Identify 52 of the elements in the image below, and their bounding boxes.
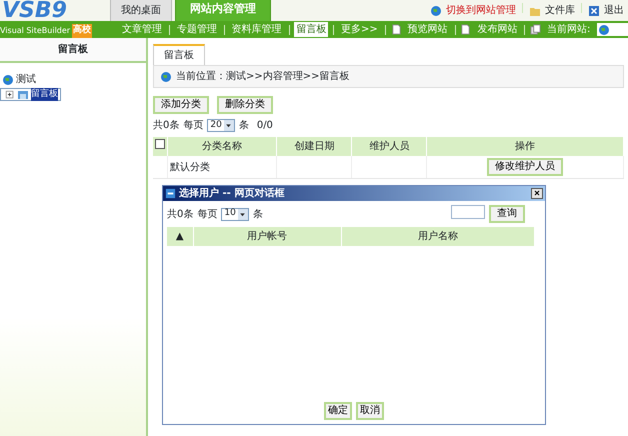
site-select-field[interactable] bbox=[597, 23, 628, 36]
caret-icon bbox=[225, 122, 232, 129]
sidebar-title: 留言板 bbox=[0, 38, 146, 63]
record-count: 共0条 bbox=[153, 118, 180, 133]
close-icon bbox=[588, 4, 600, 16]
header-link[interactable]: 退出 bbox=[604, 3, 624, 18]
column-header: 维护人员 bbox=[352, 137, 427, 156]
globe-icon bbox=[430, 4, 442, 16]
column-header: 用户帐号 bbox=[193, 227, 341, 246]
column-header: 用户名称 bbox=[341, 227, 534, 246]
dialog-title: 选择用户 -- 网页对话框 bbox=[179, 186, 284, 201]
per-page-label: 每页 bbox=[197, 208, 218, 222]
action-button[interactable]: 添加分类 bbox=[153, 96, 209, 114]
logo-subtitle: Visual SiteBuilder bbox=[0, 24, 70, 37]
row-action-button[interactable]: 修改维护人员 bbox=[487, 158, 564, 176]
folder-icon bbox=[17, 88, 29, 100]
page-indicator: 0/0 bbox=[256, 119, 273, 133]
close-icon bbox=[533, 189, 541, 197]
per-page-unit: 条 bbox=[238, 119, 249, 133]
tree-item[interactable]: 留言板 bbox=[31, 88, 58, 102]
globe-icon bbox=[2, 74, 14, 86]
page-size-select[interactable]: 10 bbox=[221, 208, 249, 220]
globe-icon bbox=[160, 70, 172, 82]
tree-item[interactable]: 测试 bbox=[16, 72, 36, 87]
column-header: ▲ bbox=[167, 227, 193, 246]
column-header: 创建日期 bbox=[276, 137, 352, 156]
dialog-button[interactable]: 确定 bbox=[324, 402, 352, 420]
header-tab[interactable]: 我的桌面 bbox=[110, 0, 172, 21]
action-button[interactable]: 删除分类 bbox=[217, 96, 273, 114]
record-count: 共0条 bbox=[167, 208, 194, 222]
header-link[interactable]: 切换到网站管理 bbox=[446, 3, 516, 18]
pages-icon bbox=[530, 24, 542, 35]
search-field[interactable] bbox=[451, 205, 485, 219]
expand-icon[interactable] bbox=[5, 90, 15, 100]
breadcrumb: 当前位置：测试>>内容管理>>留言板 bbox=[176, 70, 350, 84]
dialog-button[interactable]: 取消 bbox=[356, 402, 384, 420]
page-size-select[interactable]: 20 bbox=[207, 119, 235, 132]
table-cell: 默认分类 bbox=[168, 156, 277, 178]
per-page-unit: 条 bbox=[252, 208, 263, 222]
per-page-label: 每页 bbox=[183, 119, 204, 133]
close-button[interactable] bbox=[531, 188, 543, 199]
select-all-checkbox[interactable] bbox=[155, 139, 165, 149]
logo-badge: 高校 bbox=[72, 24, 92, 38]
nav-item[interactable]: 留言板 bbox=[294, 22, 328, 37]
column-header: 分类名称 bbox=[168, 137, 277, 156]
search-button[interactable]: 查询 bbox=[489, 205, 525, 223]
content-tab[interactable]: 留言板 bbox=[153, 44, 205, 65]
globe-icon bbox=[598, 24, 610, 36]
header-link[interactable]: 文件库 bbox=[545, 3, 575, 18]
caret-icon bbox=[239, 210, 246, 218]
logo-text: VSB9 bbox=[1, 0, 67, 22]
column-header: 操作 bbox=[426, 137, 624, 156]
